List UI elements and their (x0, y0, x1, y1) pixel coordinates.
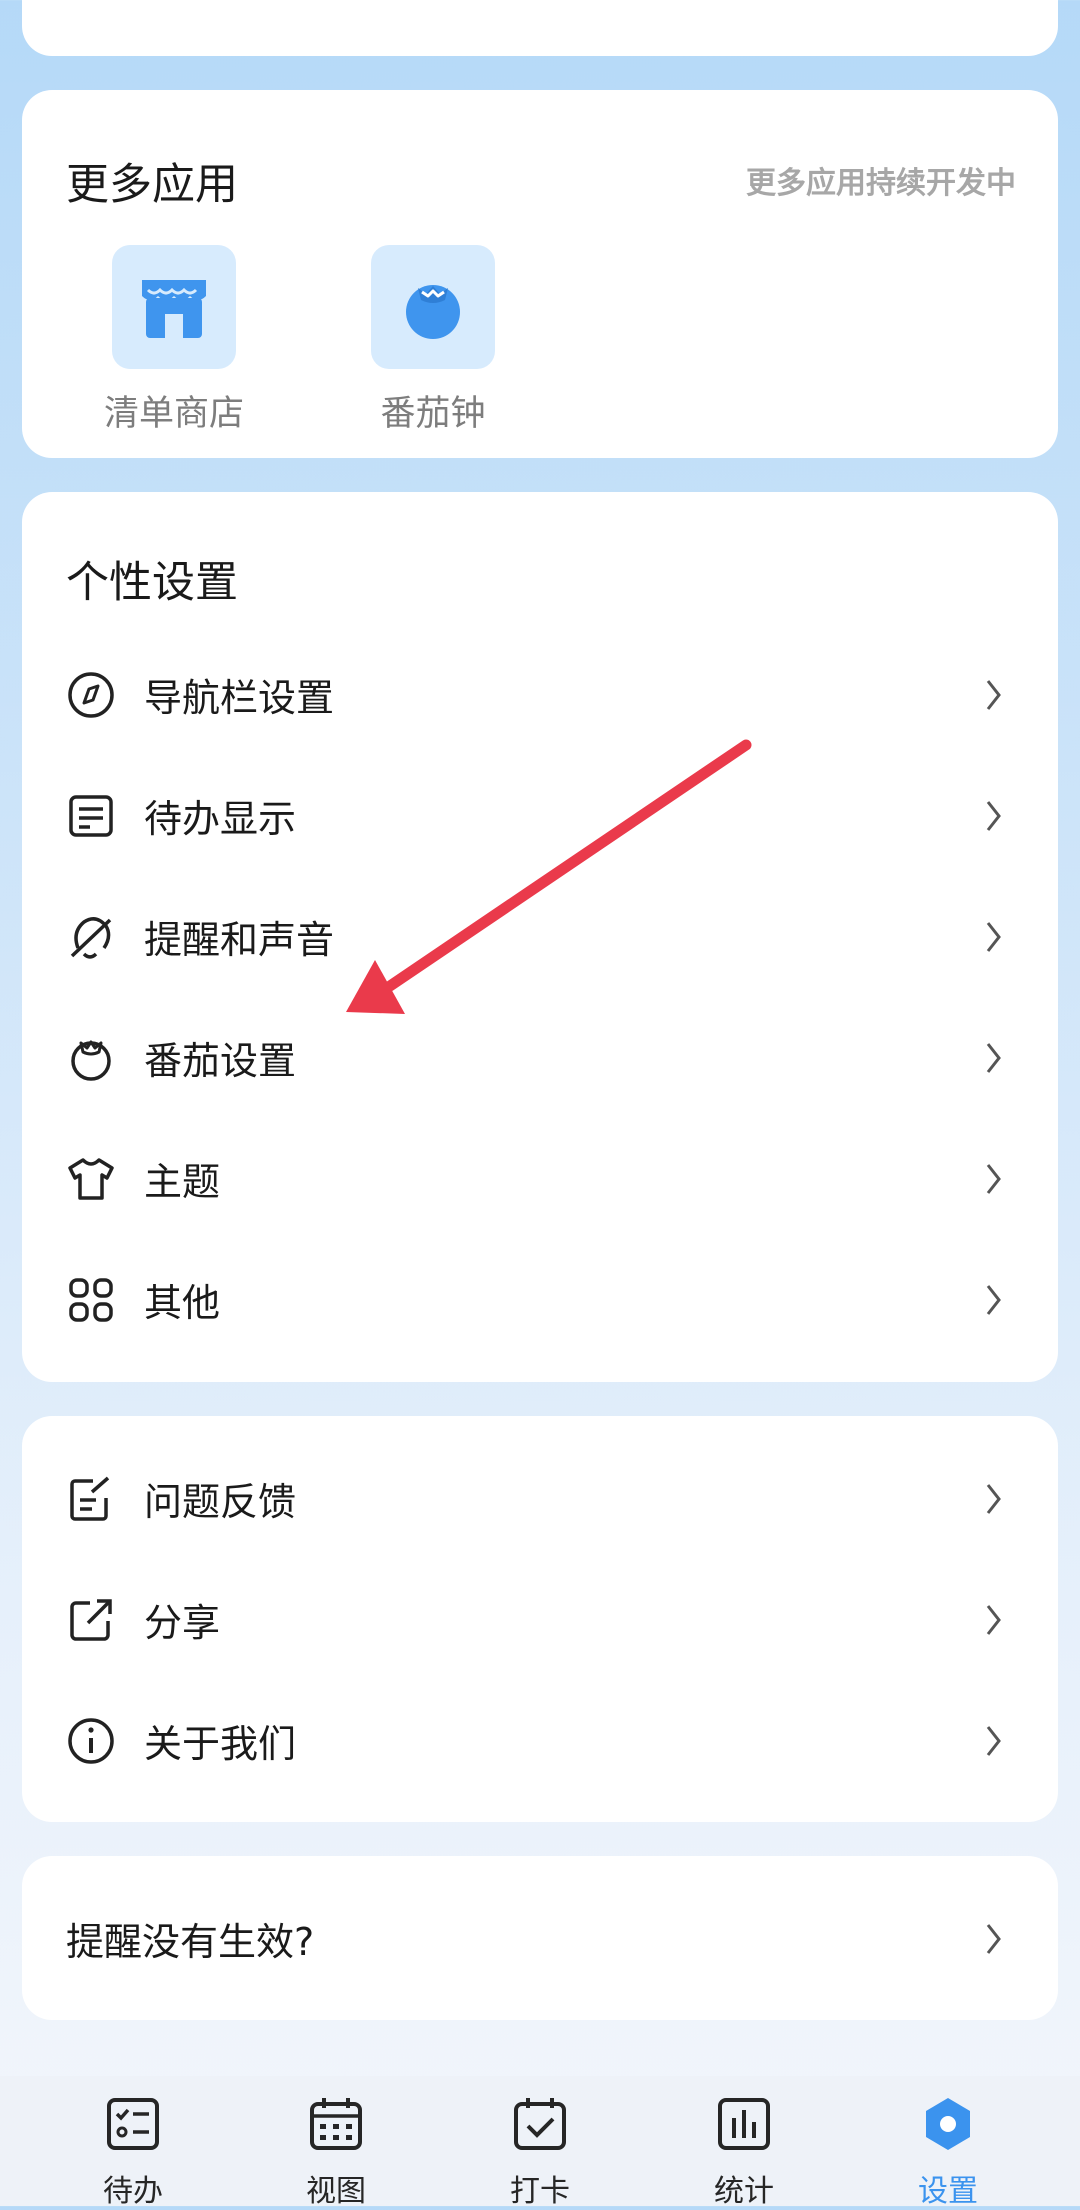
settings-row-reminder-sound[interactable]: 提醒和声音 (22, 876, 1058, 997)
chevron-right-icon (986, 1725, 1001, 1756)
tab-view[interactable]: 视图 (266, 2094, 406, 2210)
tab-label: 视图 (306, 2174, 366, 2209)
calendar-icon (310, 2098, 362, 2150)
misc-row-feedback[interactable]: 问题反馈 (22, 1438, 1058, 1559)
feedback-icon (66, 1474, 116, 1524)
reminder-help-card: 提醒没有生效? (22, 1856, 1058, 2020)
chevron-right-icon (986, 1284, 1001, 1315)
calendar-check-icon (514, 2098, 566, 2150)
app-label-store: 清单商店 (103, 394, 244, 434)
settings-row-navbar[interactable]: 导航栏设置 (22, 634, 1058, 755)
tomato-outline-icon (66, 1033, 116, 1083)
chevron-right-icon (986, 1923, 1001, 1954)
app-label-pomodoro: 番茄钟 (380, 394, 486, 434)
tab-todo[interactable]: 待办 (63, 2094, 203, 2210)
settings-row-todo-display[interactable]: 待办显示 (22, 755, 1058, 876)
info-icon (66, 1716, 116, 1766)
compass-icon (66, 670, 116, 720)
bar-chart-icon (718, 2098, 770, 2150)
share-icon (66, 1595, 116, 1645)
more-apps-title: 更多应用 (66, 160, 238, 210)
settings-row-label: 待办显示 (144, 797, 297, 841)
bell-off-icon (66, 912, 116, 962)
misc-row-about[interactable]: 关于我们 (22, 1680, 1058, 1801)
more-apps-subtitle: 更多应用持续开发中 (746, 166, 1016, 201)
chevron-right-icon (986, 1483, 1001, 1514)
more-apps-card: 更多应用 更多应用持续开发中 清单商店 番茄钟 (22, 90, 1058, 458)
misc-row-label: 问题反馈 (144, 1480, 297, 1524)
tab-checkin[interactable]: 打卡 (470, 2094, 610, 2210)
app-list-store[interactable]: 清单商店 (89, 245, 259, 436)
personal-settings-title: 个性设置 (66, 558, 238, 608)
misc-card: 问题反馈 分享 关于我们 (22, 1416, 1058, 1822)
tab-label: 打卡 (510, 2174, 570, 2209)
tab-label: 统计 (714, 2174, 774, 2209)
tab-label: 设置 (918, 2174, 978, 2209)
misc-row-share[interactable]: 分享 (22, 1559, 1058, 1680)
chevron-right-icon (986, 679, 1001, 710)
shirt-icon (66, 1154, 116, 1204)
grid-icon (66, 1275, 116, 1325)
app-pomodoro[interactable]: 番茄钟 (348, 245, 518, 436)
tab-stats[interactable]: 统计 (674, 2094, 814, 2210)
misc-row-label: 分享 (144, 1601, 221, 1645)
settings-row-label: 番茄设置 (144, 1039, 297, 1083)
chevron-right-icon (986, 921, 1001, 952)
settings-row-theme[interactable]: 主题 (22, 1118, 1058, 1239)
personal-settings-card: 个性设置 导航栏设置 待办显示 提醒和声音 番茄设置 主题 其他 (22, 492, 1058, 1382)
settings-row-pomodoro[interactable]: 番茄设置 (22, 997, 1058, 1118)
store-icon (112, 245, 236, 369)
settings-row-label: 其他 (144, 1281, 221, 1325)
reminder-help-label: 提醒没有生效? (66, 1920, 315, 1964)
chevron-right-icon (986, 1163, 1001, 1194)
reminder-help-row[interactable]: 提醒没有生效? (22, 1878, 1058, 1999)
chevron-right-icon (986, 1042, 1001, 1073)
tab-label: 待办 (103, 2174, 163, 2209)
tab-settings[interactable]: 设置 (878, 2094, 1018, 2210)
settings-row-label: 导航栏设置 (144, 676, 335, 720)
chevron-right-icon (986, 800, 1001, 831)
chevron-right-icon (986, 1604, 1001, 1635)
misc-row-label: 关于我们 (144, 1722, 297, 1766)
list-icon (66, 791, 116, 841)
settings-row-other[interactable]: 其他 (22, 1239, 1058, 1360)
bottom-tab-bar: 待办 视图 打卡 统计 设置 (0, 2076, 1080, 2209)
checklist-icon (107, 2098, 159, 2150)
top-card (22, 0, 1058, 56)
settings-row-label: 提醒和声音 (144, 918, 335, 962)
tomato-icon (371, 245, 495, 369)
settings-icon (926, 2098, 970, 2150)
settings-row-label: 主题 (144, 1160, 221, 1204)
